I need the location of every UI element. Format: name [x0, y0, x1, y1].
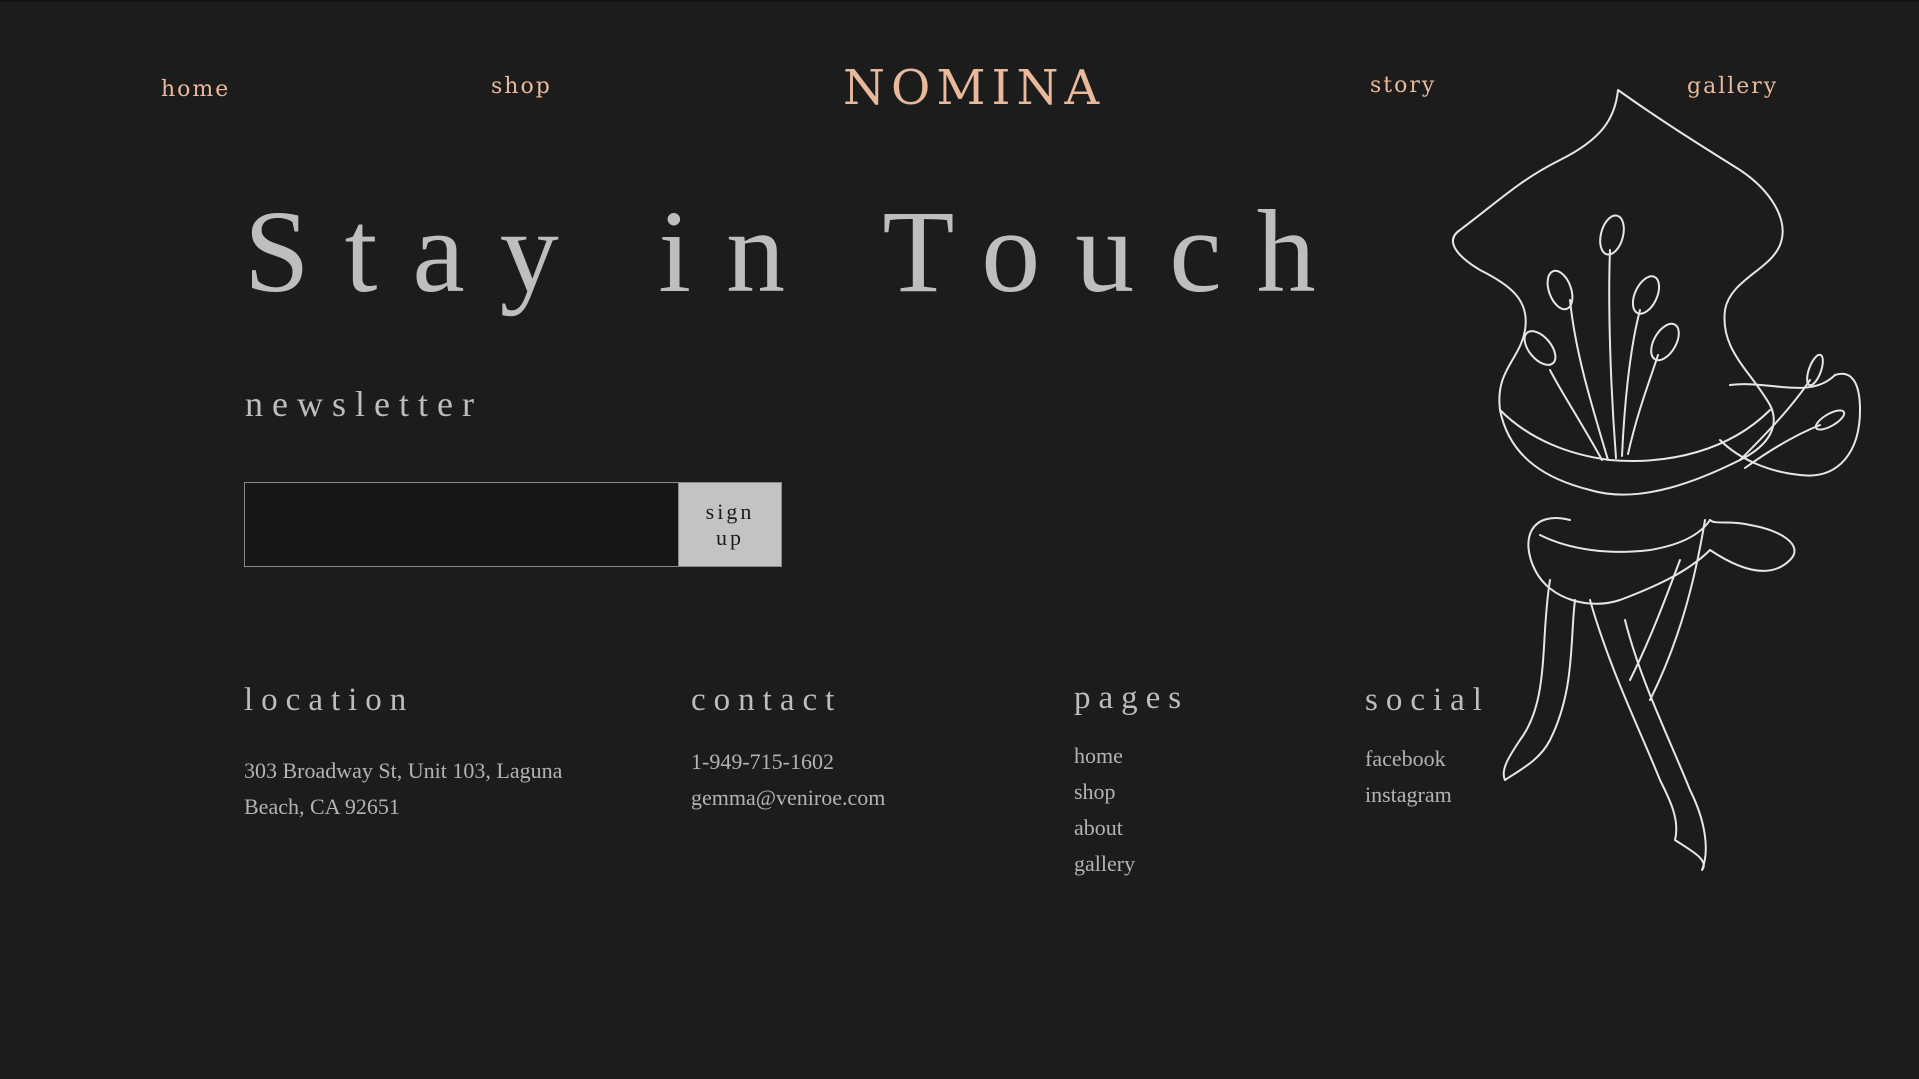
calla-lily-line-art-icon — [1451, 89, 1861, 871]
pages-heading: pages — [1074, 680, 1190, 716]
page-title: Stay in Touch — [244, 186, 1351, 317]
email-input[interactable] — [244, 482, 678, 567]
contact-heading: contact — [691, 682, 843, 718]
social-links: facebook instagram — [1365, 741, 1452, 813]
address-line-2: Beach, CA 92651 — [244, 794, 400, 819]
top-border — [0, 0, 1919, 2]
contact-phone[interactable]: 1-949-715-1602 — [691, 744, 885, 780]
social-link-facebook[interactable]: facebook — [1365, 741, 1452, 777]
contact-email[interactable]: gemma@veniroe.com — [691, 780, 885, 816]
nav-shop-link[interactable]: shop — [491, 74, 552, 99]
footer-link-home[interactable]: home — [1074, 738, 1135, 774]
location-heading: location — [244, 682, 415, 718]
footer-link-shop[interactable]: shop — [1074, 774, 1135, 810]
nav-home-link[interactable]: home — [161, 77, 230, 102]
footer-link-about[interactable]: about — [1074, 810, 1135, 846]
contact-info: 1-949-715-1602 gemma@veniroe.com — [691, 744, 885, 816]
nav-story-link[interactable]: story — [1370, 73, 1436, 98]
footer-link-gallery[interactable]: gallery — [1074, 846, 1135, 882]
social-link-instagram[interactable]: instagram — [1365, 777, 1452, 813]
logo[interactable]: NOMINA — [843, 60, 1105, 116]
location-address: 303 Broadway St, Unit 103, Laguna Beach,… — [244, 753, 562, 825]
newsletter-label: newsletter — [245, 384, 483, 424]
address-line-1: 303 Broadway St, Unit 103, Laguna — [244, 758, 563, 783]
sign-up-button[interactable]: sign up — [678, 482, 782, 567]
newsletter-form: sign up — [244, 482, 782, 567]
pages-links: home shop about gallery — [1074, 738, 1135, 882]
